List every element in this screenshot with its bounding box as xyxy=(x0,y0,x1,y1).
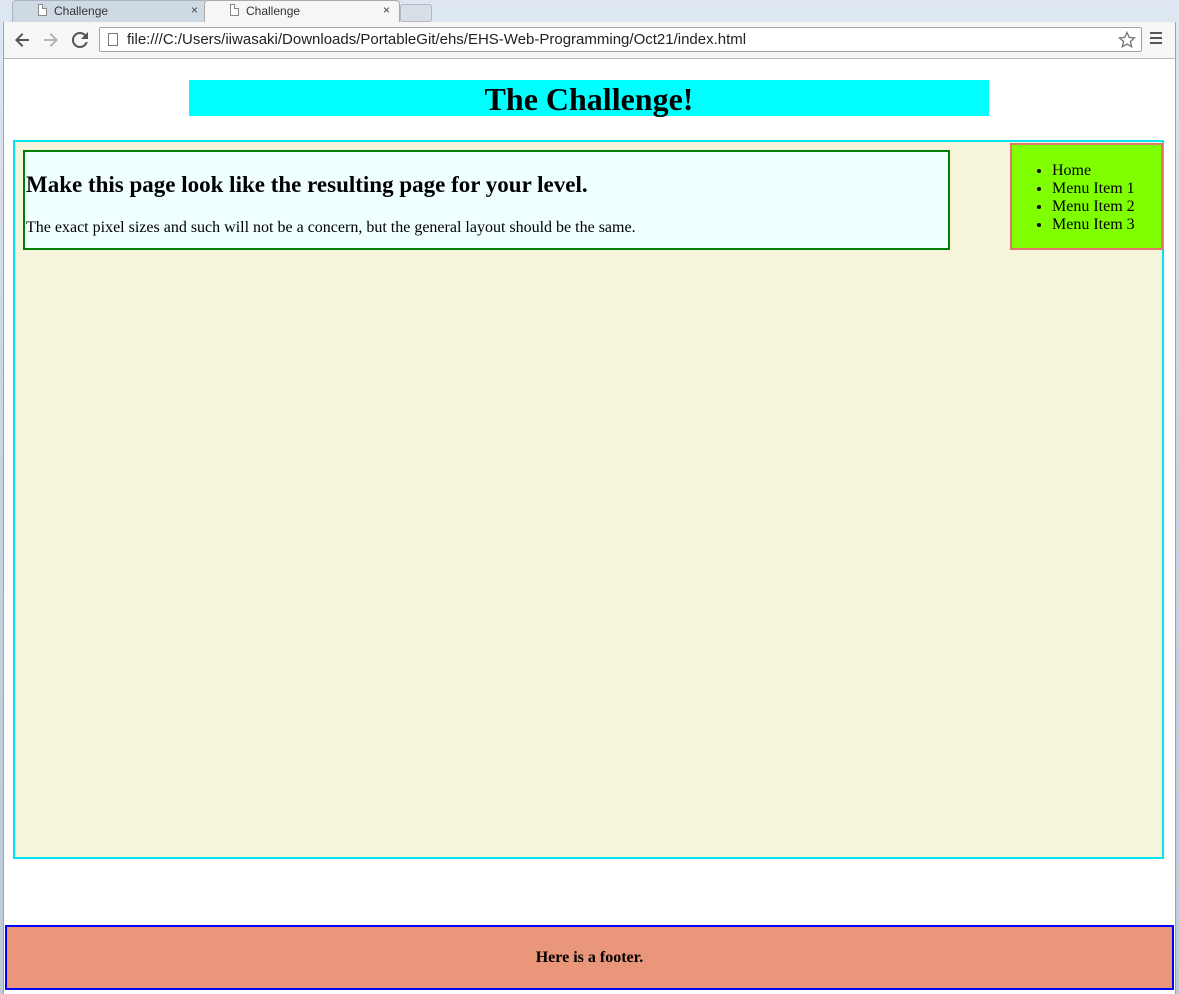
address-bar[interactable]: file:///C:/Users/iiwasaki/Downloads/Port… xyxy=(99,27,1142,52)
nav-menu: Home Menu Item 1 Menu Item 2 Menu Item 3 xyxy=(1010,143,1163,250)
tab-challenge-1[interactable]: Challenge × xyxy=(12,0,208,22)
page-icon xyxy=(38,4,47,16)
content-box: Make this page look like the resulting p… xyxy=(23,150,950,250)
star-icon[interactable] xyxy=(1117,28,1137,55)
browser-toolbar: file:///C:/Users/iiwasaki/Downloads/Port… xyxy=(4,22,1175,59)
reload-icon[interactable] xyxy=(68,28,92,52)
hamburger-menu-icon[interactable] xyxy=(1150,29,1164,49)
nav-item-menu-1[interactable]: Menu Item 1 xyxy=(1052,180,1135,198)
tab-label: Challenge xyxy=(54,4,109,18)
close-tab-icon[interactable]: × xyxy=(191,3,198,17)
footer-text: Here is a footer. xyxy=(535,949,644,966)
page-icon xyxy=(108,33,118,46)
browser-window: file:///C:/Users/iiwasaki/Downloads/Port… xyxy=(3,22,1176,994)
url-text: file:///C:/Users/iiwasaki/Downloads/Port… xyxy=(127,31,747,48)
nav-item-menu-3[interactable]: Menu Item 3 xyxy=(1052,216,1135,234)
main-container: Make this page look like the resulting p… xyxy=(13,140,1164,859)
page-icon xyxy=(230,4,239,16)
tab-strip: Challenge × Challenge × xyxy=(0,0,1179,22)
new-tab-button[interactable] xyxy=(400,4,432,22)
nav-item-home[interactable]: Home xyxy=(1052,162,1135,180)
tab-label: Challenge xyxy=(246,4,301,18)
tab-challenge-2[interactable]: Challenge × xyxy=(204,0,400,22)
nav-list: Home Menu Item 1 Menu Item 2 Menu Item 3 xyxy=(1012,162,1135,234)
back-arrow-icon[interactable] xyxy=(10,28,34,52)
page-title: The Challenge! xyxy=(189,80,989,117)
close-tab-icon[interactable]: × xyxy=(383,3,390,17)
footer: Here is a footer. xyxy=(5,925,1174,990)
content-heading: Make this page look like the resulting p… xyxy=(26,172,588,197)
content-text: The exact pixel sizes and such will not … xyxy=(26,219,636,236)
page-viewport: The Challenge! Make this page look like … xyxy=(4,59,1175,994)
forward-arrow-icon[interactable] xyxy=(39,28,63,52)
nav-item-menu-2[interactable]: Menu Item 2 xyxy=(1052,198,1135,216)
